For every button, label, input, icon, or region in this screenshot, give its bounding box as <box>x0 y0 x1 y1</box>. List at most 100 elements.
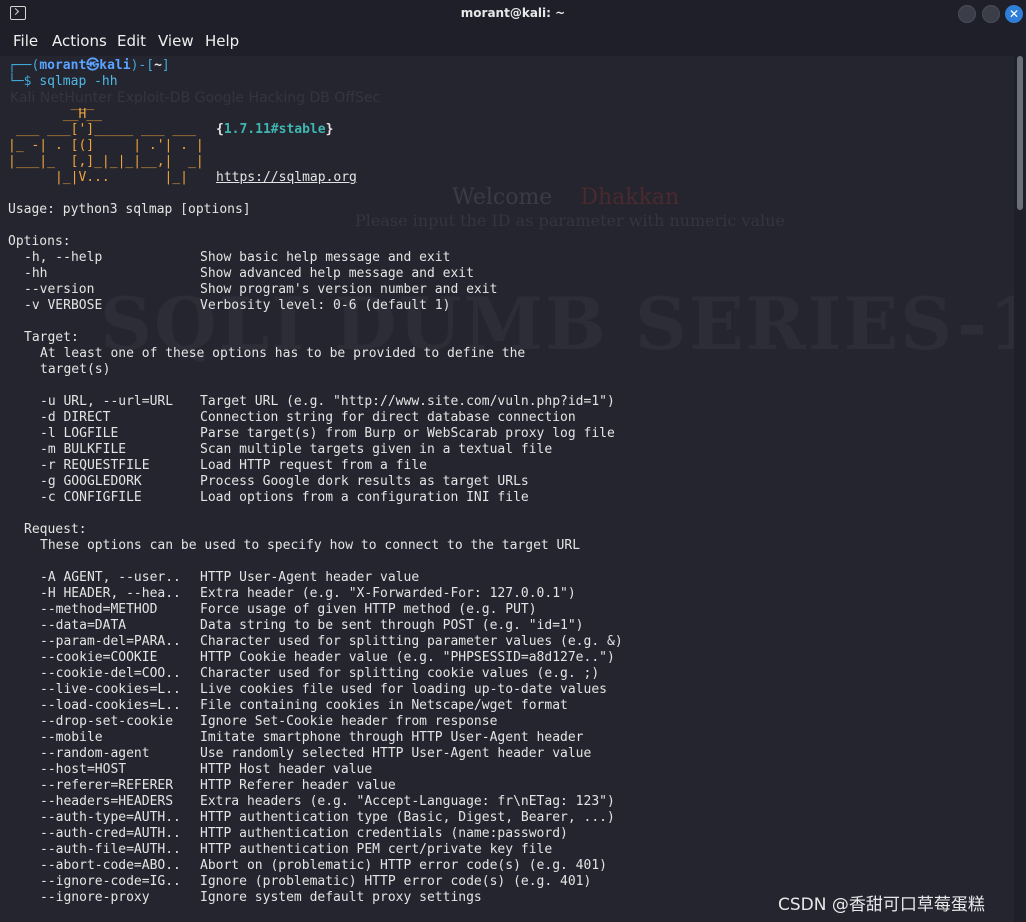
request-option-description: Use randomly selected HTTP User-Agent he… <box>200 746 592 761</box>
request-option-flag: --cookie=COOKIE <box>40 650 158 665</box>
request-header: Request: <box>24 522 87 537</box>
general-option-description: Verbosity level: 0-6 (default 1) <box>200 298 451 313</box>
request-option-description: HTTP authentication credentials (name:pa… <box>200 826 568 841</box>
close-button[interactable]: ✕ <box>1005 5 1023 23</box>
target-note-2: target(s) <box>40 362 111 377</box>
request-option-description: Character used for splitting cookie valu… <box>200 666 600 681</box>
target-option-description: Process Google dork results as target UR… <box>200 474 529 489</box>
version-text: 1.7.11#stable <box>223 122 326 137</box>
target-option-flag: -c CONFIGFILE <box>40 490 142 505</box>
request-option-flag: --auth-file=AUTH.. <box>40 842 181 857</box>
options-header: Options: <box>8 234 71 249</box>
window-title: morant@kali: ~ <box>460 6 566 20</box>
request-option-description: HTTP authentication PEM cert/private key… <box>200 842 553 857</box>
terminal-scrollbar[interactable] <box>1014 56 1026 922</box>
ghost-welcome-text: Welcome <box>452 185 553 210</box>
ghost-welcome: Welcome Dhakkan <box>452 185 679 210</box>
request-option-flag: --data=DATA <box>40 618 127 633</box>
prompt-dir: ~ <box>154 58 162 73</box>
menu-bar: File Actions Edit View Help <box>0 28 1026 54</box>
request-option-description: Live cookies file used for loading up-to… <box>200 682 607 697</box>
prompt-frame-bottom: └─$ <box>8 74 40 89</box>
request-option-flag: --headers=HEADERS <box>40 794 174 809</box>
request-note: These options can be used to specify how… <box>40 538 581 553</box>
logo-line-2: __H__ <box>8 107 102 122</box>
prompt-frame-end: ] <box>161 58 170 73</box>
request-option-description: File containing cookies in Netscape/wget… <box>200 698 568 713</box>
request-option-flag: --auth-type=AUTH.. <box>40 810 181 825</box>
logo-line-5: |___|_ [,]_|_|_|__,| _| <box>8 154 204 169</box>
menu-edit[interactable]: Edit <box>117 32 146 50</box>
csdn-watermark: CSDN @香甜可口草莓蛋糕 <box>778 895 985 915</box>
logo-line-6: |_|V... |_| <box>8 170 189 185</box>
request-option-description: Abort on (problematic) HTTP error code(s… <box>200 858 607 873</box>
terminal-output[interactable]: Kali NetHunter Exploit-DB Google Hacking… <box>0 56 1014 922</box>
request-option-flag: --live-cookies=L.. <box>40 682 181 697</box>
request-option-description: Extra headers (e.g. "Accept-Language: fr… <box>200 794 615 809</box>
request-option-flag: --mobile <box>40 730 103 745</box>
request-option-flag: --auth-cred=AUTH.. <box>40 826 181 841</box>
version-line: {1.7.11#stable} <box>216 122 333 138</box>
request-option-flag: --cookie-del=COO.. <box>40 666 181 681</box>
target-option-description: Connection string for direct database co… <box>200 410 576 425</box>
request-option-flag: --abort-code=ABO.. <box>40 858 181 873</box>
menu-file[interactable]: File <box>13 32 38 50</box>
request-option-description: Data string to be sent through POST (e.g… <box>200 618 584 633</box>
sqlmap-url-link[interactable]: https://sqlmap.org <box>216 170 357 186</box>
ghost-welcome-name: Dhakkan <box>580 185 680 210</box>
menu-help[interactable]: Help <box>205 32 239 50</box>
menu-view[interactable]: View <box>158 32 194 50</box>
target-option-description: Parse target(s) from Burp or WebScarab p… <box>200 426 615 441</box>
request-option-description: HTTP User-Agent header value <box>200 570 420 585</box>
target-option-flag: -d DIRECT <box>40 410 111 425</box>
target-option-description: Load options from a configuration INI fi… <box>200 490 529 505</box>
ghost-subtitle: Please input the ID as parameter with nu… <box>355 211 785 230</box>
request-option-description: HTTP Host header value <box>200 762 373 777</box>
request-option-description: Ignore system default proxy settings <box>200 890 482 905</box>
prompt-frame-mid: )-[ <box>130 58 155 73</box>
general-option-description: Show program's version number and exit <box>200 282 498 297</box>
request-option-description: Extra header (e.g. "X-Forwarded-For: 127… <box>200 586 576 601</box>
usage-line: Usage: python3 sqlmap [options] <box>8 202 251 217</box>
target-option-description: Scan multiple targets given in a textual… <box>200 442 553 457</box>
scrollbar-thumb[interactable] <box>1017 56 1023 210</box>
request-option-flag: --ignore-proxy <box>40 890 150 905</box>
general-option-flag: -v VERBOSE <box>24 298 103 313</box>
request-option-flag: --method=METHOD <box>40 602 158 617</box>
target-option-description: Load HTTP request from a file <box>200 458 427 473</box>
request-option-description: HTTP Cookie header value (e.g. "PHPSESSI… <box>200 650 615 665</box>
minimize-button[interactable] <box>958 5 976 23</box>
target-option-flag: -l LOGFILE <box>40 426 119 441</box>
request-option-description: Imitate smartphone through HTTP User-Age… <box>200 730 584 745</box>
prompt-frame-top: ┌──( <box>8 58 40 73</box>
prompt-user: morant㉿kali <box>39 58 131 73</box>
request-option-flag: --drop-set-cookie <box>40 714 174 729</box>
request-option-flag: --load-cookies=L.. <box>40 698 181 713</box>
logo-line-3: ___ ___[']_____ ___ ___ <box>8 122 196 137</box>
request-option-flag: --host=HOST <box>40 762 127 777</box>
request-option-flag: --param-del=PARA.. <box>40 634 181 649</box>
request-option-description: HTTP authentication type (Basic, Digest,… <box>200 810 615 825</box>
menu-actions[interactable]: Actions <box>52 32 107 50</box>
general-option-flag: -h, --help <box>24 250 103 265</box>
target-note-1: At least one of these options has to be … <box>40 346 526 361</box>
request-option-flag: --random-agent <box>40 746 150 761</box>
general-option-flag: --version <box>24 282 95 297</box>
general-option-flag: -hh <box>24 266 48 281</box>
target-option-flag: -m BULKFILE <box>40 442 127 457</box>
request-option-description: Ignore (problematic) HTTP error code(s) … <box>200 874 592 889</box>
version-brace-open: { <box>216 122 224 137</box>
request-option-flag: -H HEADER, --hea.. <box>40 586 181 601</box>
request-option-description: Character used for splitting parameter v… <box>200 634 623 649</box>
prompt-command: sqlmap -hh <box>39 74 118 89</box>
request-option-flag: --ignore-code=IG.. <box>40 874 181 889</box>
target-header: Target: <box>24 330 79 345</box>
request-option-flag: -A AGENT, --user.. <box>40 570 181 585</box>
request-option-description: Ignore Set-Cookie header from response <box>200 714 498 729</box>
request-option-description: HTTP Referer header value <box>200 778 396 793</box>
maximize-button[interactable] <box>982 5 1000 23</box>
target-option-flag: -u URL, --url=URL <box>40 394 174 409</box>
version-brace-close: } <box>325 122 334 137</box>
target-option-flag: -g GOOGLEDORK <box>40 474 142 489</box>
general-option-description: Show basic help message and exit <box>200 250 451 265</box>
